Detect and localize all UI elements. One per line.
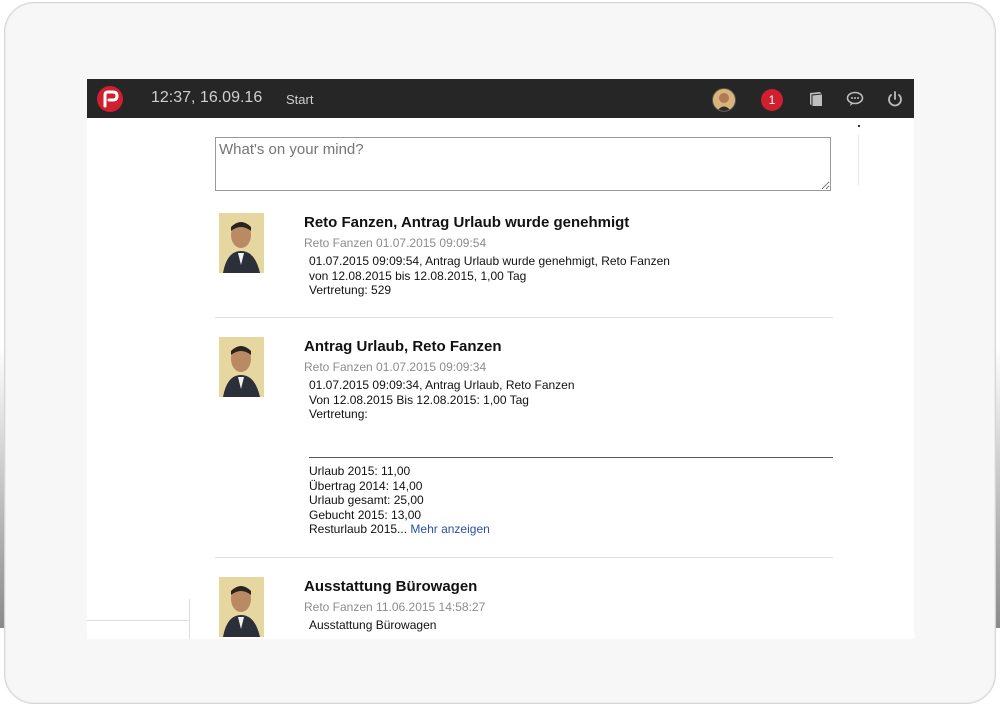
post-title[interactable]: Antrag Urlaub, Reto Fanzen [304,338,502,355]
feed-post: Antrag Urlaub, Reto Fanzen Reto Fanzen 0… [215,337,833,557]
leave-stats: Urlaub 2015: 11,00 Übertrag 2014: 14,00 … [309,464,490,537]
post-divider [215,557,833,558]
user-avatar[interactable] [712,88,736,112]
post-line: Ausstattung Bürowagen [309,618,437,632]
post-line: 01.07.2015 09:09:34, Antrag Urlaub, Reto… [309,378,575,392]
post-line: von 12.08.2015 bis 12.08.2015, 1,00 Tag [309,268,527,283]
post-line: Vertretung: 529 [309,283,392,297]
post-title[interactable]: Ausstattung Bürowagen [304,578,477,595]
chat-icon[interactable] [846,90,864,108]
post-meta: Reto Fanzen 11.06.2015 14:58:27 [304,600,486,614]
post-title[interactable]: Reto Fanzen, Antrag Urlaub wurde genehmi… [304,214,629,231]
top-bar: 12:37, 16.09.16 Start 1 [87,79,914,118]
column-divider [858,135,859,185]
panel-edge [189,599,190,639]
stat-line: Urlaub gesamt: 25,00 [309,493,424,507]
clock-text: 12:37, 16.09.16 [151,89,263,106]
post-line: Von 12.08.2015 Bis 12.08.2015: 1,00 Tag [309,392,529,407]
power-icon[interactable] [886,90,904,108]
post-meta: Reto Fanzen 01.07.2015 09:09:54 [304,236,487,250]
book-icon[interactable] [807,90,825,108]
panel-edge [87,620,189,621]
post-line: Vertretung: [309,407,368,421]
post-meta: Reto Fanzen 01.07.2015 09:09:34 [304,360,487,374]
post-divider [215,317,833,318]
scroll-marker [858,125,860,127]
post-avatar[interactable] [219,213,264,273]
feed-post: Reto Fanzen, Antrag Urlaub wurde genehmi… [215,213,833,313]
stat-line: Urlaub 2015: 11,00 [309,464,411,478]
stat-line-last: Resturlaub 2015... Mehr anzeigen [309,522,490,537]
post-body: Ausstattung Bürowagen [309,618,436,633]
stat-line: Übertrag 2014: 14,00 [309,478,423,493]
start-link[interactable]: Start [286,92,313,107]
show-more-link[interactable]: Mehr anzeigen [410,522,489,536]
post-line: 01.07.2015 09:09:54, Antrag Urlaub wurde… [309,254,670,268]
notification-badge[interactable]: 1 [761,89,783,111]
post-avatar[interactable] [219,337,264,397]
post-body: 01.07.2015 09:09:54, Antrag Urlaub wurde… [309,254,670,298]
post-body: 01.07.2015 09:09:34, Antrag Urlaub, Reto… [309,378,575,422]
stat-line: Resturlaub 2015... [309,522,408,536]
app-screen: 12:37, 16.09.16 Start 1 What's on your m… [87,79,914,639]
stat-line: Gebucht 2015: 13,00 [309,507,422,522]
post-avatar[interactable] [219,577,264,637]
feed-post: Ausstattung Bürowagen Reto Fanzen 11.06.… [215,577,833,637]
status-input[interactable] [215,137,831,191]
stats-rule [309,457,833,458]
logo-icon[interactable] [97,86,123,112]
